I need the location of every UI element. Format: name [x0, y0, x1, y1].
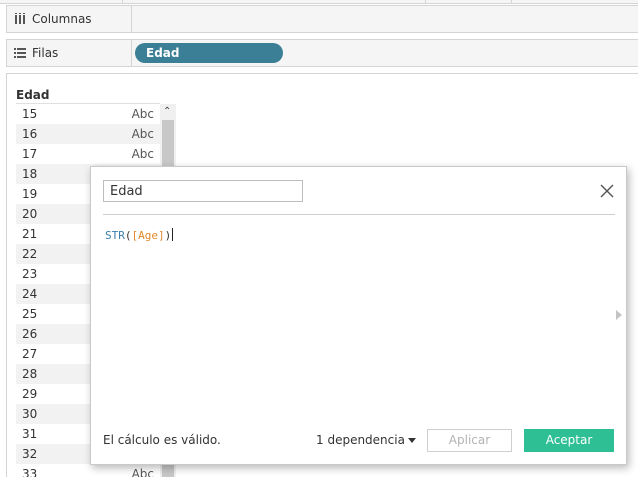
row-value: 29 [22, 387, 38, 401]
formula-open-paren: ( [124, 229, 132, 242]
row-value: 19 [22, 187, 38, 201]
dialog-divider [103, 214, 615, 215]
row-value: 17 [22, 147, 38, 161]
row-value: 25 [22, 307, 38, 321]
row-value: 18 [22, 167, 38, 181]
table-row[interactable]: 17 Abc [16, 144, 160, 164]
dependencies-label: 1 dependencia [316, 433, 405, 447]
row-type-label: Abc [131, 147, 154, 161]
row-value: 22 [22, 247, 38, 261]
apply-button[interactable]: Aplicar [427, 429, 512, 452]
row-value: 26 [22, 327, 38, 341]
calculation-editor-dialog: STR([Age]) El cálculo es válido. 1 depen… [90, 166, 627, 465]
row-value: 32 [22, 447, 38, 461]
formula-editor[interactable]: STR([Age]) [105, 228, 585, 248]
columns-label: Columnas [32, 12, 92, 26]
row-type-label: Abc [131, 127, 154, 141]
row-value: 23 [22, 267, 38, 281]
table-row[interactable]: 33 Abc [16, 464, 160, 477]
row-value: 20 [22, 207, 38, 221]
scroll-up-icon[interactable]: ⌃ [163, 107, 171, 117]
row-type-label: Abc [131, 107, 154, 121]
ok-button[interactable]: Aceptar [524, 429, 614, 452]
column-divider [425, 0, 426, 4]
rows-shelf-label: Filas [7, 40, 132, 66]
row-value: 31 [22, 427, 38, 441]
calculation-name-input[interactable] [103, 180, 303, 202]
columns-shelf-label: Columnas [7, 6, 132, 32]
close-icon[interactable] [599, 183, 615, 199]
table-row[interactable]: 16 Abc [16, 124, 160, 144]
row-value: 30 [22, 407, 38, 421]
row-value: 27 [22, 347, 38, 361]
rows-shelf[interactable]: Filas Edad [6, 39, 638, 67]
validation-status: El cálculo es válido. [103, 433, 221, 447]
row-value: 24 [22, 287, 38, 301]
edad-pill[interactable]: Edad [135, 43, 283, 63]
row-value: 33 [22, 467, 38, 477]
row-value: 16 [22, 127, 38, 141]
columns-icon [15, 13, 25, 24]
row-type-label: Abc [131, 467, 154, 477]
column-divider [511, 0, 512, 4]
rows-icon [14, 48, 26, 58]
row-value: 21 [22, 227, 38, 241]
formula-close-paren: ) [164, 229, 172, 242]
formula-function: STR [105, 229, 125, 242]
row-value: 28 [22, 367, 38, 381]
formula-field: [Age] [131, 229, 165, 242]
dependencies-dropdown[interactable]: 1 dependencia [316, 433, 416, 447]
rows-label: Filas [32, 46, 59, 60]
table-header-edad[interactable]: Edad [16, 88, 126, 102]
expand-panel-icon[interactable] [615, 310, 623, 320]
table-row[interactable]: 15 Abc [16, 104, 160, 124]
text-cursor [172, 228, 174, 241]
row-value: 15 [22, 107, 38, 121]
top-strip [0, 0, 638, 4]
chevron-down-icon [407, 438, 416, 443]
column-divider [122, 0, 123, 4]
columns-shelf[interactable]: Columnas [6, 5, 638, 33]
